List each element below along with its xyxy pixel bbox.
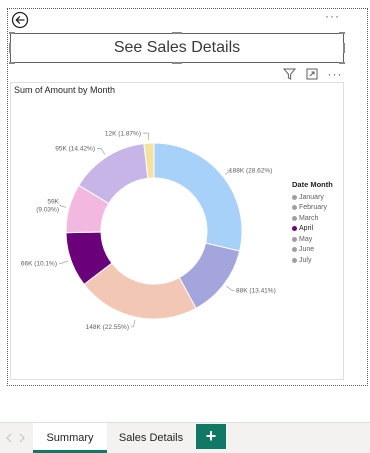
back-arrow-icon[interactable]: [11, 11, 29, 29]
legend-label: April: [299, 225, 314, 233]
tab-summary-label: Summary: [46, 432, 94, 444]
legend-marker: [292, 236, 297, 242]
legend-label: June: [299, 246, 315, 254]
legend-label: March: [299, 214, 319, 222]
legend-items: January February March April May June July: [292, 192, 333, 266]
leader-line-july: [143, 132, 150, 141]
see-sales-details-button[interactable]: See Sales Details: [10, 33, 344, 63]
visual-header-toolbar: ···: [282, 67, 342, 81]
legend-label: May: [299, 235, 313, 243]
next-page-arrow-icon[interactable]: [18, 433, 26, 443]
tab-sales-details[interactable]: Sales Details: [110, 423, 192, 453]
resize-handle-corner-tl[interactable]: [9, 32, 15, 34]
data-label-june: 95K (14.42%): [55, 146, 95, 153]
legend-title: Date Month: [292, 180, 333, 189]
tab-sales-details-label: Sales Details: [118, 432, 184, 444]
resize-handle-top[interactable]: [172, 32, 182, 34]
focus-mode-icon[interactable]: [305, 67, 319, 81]
resize-handle-left[interactable]: [9, 43, 11, 53]
data-label-february: 88K (13.41%): [236, 288, 276, 295]
resize-handle-bottom[interactable]: [172, 62, 182, 64]
legend-marker: [292, 247, 297, 253]
legend-label: February: [299, 204, 328, 212]
donut-slice-january[interactable]: [153, 142, 243, 252]
legend-item-february[interactable]: February: [292, 203, 333, 214]
data-label-january: 188K (28.62%): [229, 167, 272, 174]
prev-page-arrow-icon[interactable]: [5, 433, 13, 443]
data-label-march: 148K (22.55%): [86, 324, 129, 331]
add-page-button[interactable]: +: [196, 424, 226, 449]
legend-marker: [292, 215, 297, 221]
legend-label: January: [299, 193, 324, 201]
legend-marker: [292, 257, 297, 263]
legend-label: July: [299, 256, 312, 264]
leader-line-february: [226, 285, 234, 291]
legend-item-june[interactable]: June: [292, 245, 333, 256]
leader-line-march: [131, 319, 136, 328]
data-label-july: 12K (1.87%): [105, 130, 141, 137]
resize-handle-right[interactable]: [343, 43, 345, 53]
data-label-may: 59K (9.03%): [36, 198, 59, 213]
resize-handle-corner-tr[interactable]: [339, 32, 345, 34]
data-label-april: 66K (10.1%): [21, 260, 57, 267]
resize-handle-corner-bl[interactable]: [9, 62, 15, 64]
tab-summary[interactable]: Summary: [33, 423, 107, 453]
legend-item-april[interactable]: April: [292, 224, 333, 235]
leader-line-june: [97, 148, 106, 155]
see-sales-details-label: See Sales Details: [113, 39, 241, 56]
filter-icon[interactable]: [282, 67, 296, 81]
legend-item-january[interactable]: January: [292, 192, 333, 203]
legend-item-may[interactable]: May: [292, 234, 333, 245]
chart-legend: Date Month January February March April May J…: [292, 180, 333, 266]
leader-line-april: [59, 260, 69, 264]
legend-marker: [292, 226, 297, 232]
legend-item-march[interactable]: March: [292, 213, 333, 224]
resize-handle-corner-br[interactable]: [339, 62, 345, 64]
report-canvas: ··· See Sales Details ··· Sum of Amount …: [0, 0, 370, 453]
legend-marker: [292, 205, 297, 211]
page-more-options-icon[interactable]: ···: [325, 10, 341, 22]
legend-item-july[interactable]: July: [292, 255, 333, 266]
leader-line-may: [59, 205, 67, 208]
legend-marker: [292, 194, 297, 200]
page-tab-bar: Summary Sales Details: [0, 422, 370, 453]
visual-more-options-icon[interactable]: ···: [328, 67, 342, 81]
